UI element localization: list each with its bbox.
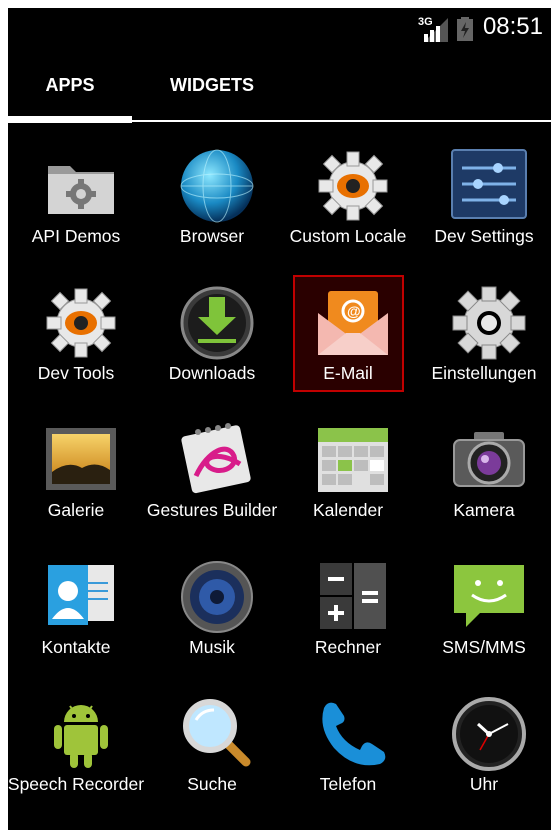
app-drawer-screen: 3G 08:51 APPS WIDGETS API Demos Browser … <box>8 8 551 830</box>
battery-icon <box>457 17 473 41</box>
app-label: Kontakte <box>41 637 111 657</box>
network-type: 3G <box>418 16 433 28</box>
app-label: API Demos <box>31 226 121 246</box>
download-icon <box>180 286 254 360</box>
folder-gear-icon <box>48 166 114 214</box>
app-dev-tools[interactable]: Dev Tools <box>8 269 144 405</box>
app-api-demos[interactable]: API Demos <box>8 132 144 268</box>
clock-text: 08:51 <box>482 13 543 40</box>
app-custom-locale[interactable]: Custom Locale <box>280 132 416 268</box>
chat-bubble-icon <box>454 565 524 627</box>
app-label: Browser <box>179 226 245 246</box>
gesture-icon <box>181 423 251 494</box>
app-label: Telefon <box>319 774 377 794</box>
camera-icon <box>453 432 525 487</box>
app-label: Downloads <box>168 363 256 383</box>
magnifier-icon <box>183 699 251 767</box>
app-telefon[interactable]: Telefon <box>280 680 416 816</box>
sliders-icon <box>451 149 527 219</box>
tab-bar: APPS WIDGETS <box>8 63 551 129</box>
app-label: Gestures Builder <box>146 500 278 520</box>
app-email[interactable]: @ E-Mail <box>280 269 416 405</box>
app-label: Dev Tools <box>37 363 115 383</box>
app-sms-mms[interactable]: SMS/MMS <box>416 543 551 679</box>
app-galerie[interactable]: Galerie <box>8 406 144 542</box>
app-gestures-builder[interactable]: Gestures Builder <box>144 406 280 542</box>
app-suche[interactable]: Suche <box>144 680 280 816</box>
svg-text:@: @ <box>347 303 361 319</box>
app-label: Speech Recorder <box>8 774 145 794</box>
app-musik[interactable]: Musik <box>144 543 280 679</box>
calendar-icon <box>318 428 388 492</box>
app-kalender[interactable]: Kalender <box>280 406 416 542</box>
app-kamera[interactable]: Kamera <box>416 406 551 542</box>
app-label: Uhr <box>469 774 499 794</box>
app-label: Kalender <box>312 500 384 520</box>
calculator-icon <box>320 563 386 629</box>
gear-icon <box>452 286 526 360</box>
app-label: Kamera <box>453 500 515 520</box>
app-uhr[interactable]: Uhr <box>416 680 551 816</box>
gear-orange-icon <box>318 151 388 221</box>
android-icon <box>54 705 108 768</box>
gear-orange-icon <box>46 288 116 358</box>
globe-icon <box>180 149 254 223</box>
app-label: Dev Settings <box>434 226 534 246</box>
app-dev-settings[interactable]: Dev Settings <box>416 132 551 268</box>
app-browser[interactable]: Browser <box>144 132 280 268</box>
gallery-icon <box>46 428 116 490</box>
app-label: Einstellungen <box>431 363 537 383</box>
app-rechner[interactable]: Rechner <box>280 543 416 679</box>
app-einstellungen[interactable]: Einstellungen <box>416 269 551 405</box>
app-kontakte[interactable]: Kontakte <box>8 543 144 679</box>
tab-widgets[interactable]: WIDGETS <box>132 63 292 123</box>
app-label: Custom Locale <box>289 226 407 246</box>
app-label: SMS/MMS <box>442 637 526 657</box>
app-label: Musik <box>189 637 235 657</box>
status-bar: 3G 08:51 <box>8 8 551 46</box>
tab-apps[interactable]: APPS <box>8 63 132 123</box>
app-label: Suche <box>187 774 237 794</box>
phone-icon <box>322 702 386 766</box>
email-icon: @ <box>318 291 388 355</box>
app-label: Rechner <box>314 637 382 657</box>
speaker-icon <box>181 561 253 633</box>
signal-icon: 3G <box>418 16 448 42</box>
contacts-icon <box>48 565 114 625</box>
clock-icon <box>452 697 526 771</box>
app-label: E-Mail <box>323 363 373 383</box>
app-speech-recorder[interactable]: Speech Recorder <box>8 680 144 816</box>
tab-selected-indicator <box>8 116 132 123</box>
app-downloads[interactable]: Downloads <box>144 269 280 405</box>
app-label: Galerie <box>47 500 105 520</box>
